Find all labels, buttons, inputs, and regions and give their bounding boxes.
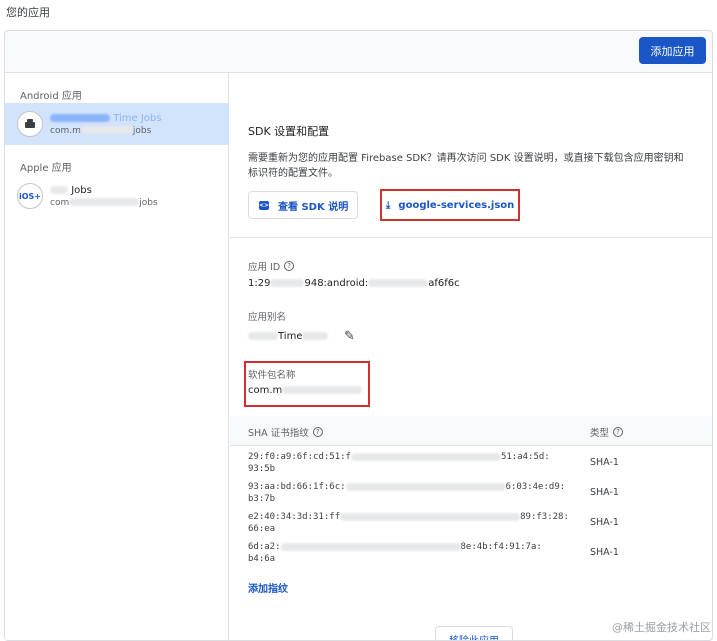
view-sdk-instructions-button[interactable]: <> 查看 SDK 说明: [248, 191, 358, 219]
sha-fingerprint: e2:40:34:3d:31:ff 89:f3:28: 66:ea: [248, 512, 569, 534]
sha-type: SHA-1: [590, 487, 619, 498]
android-section-label: Android 应用: [20, 91, 82, 102]
sdk-description: 需要重新为您的应用配置 Firebase SDK？请再次访问 SDK 设置说明，…: [248, 153, 684, 179]
sha-type: SHA-1: [590, 547, 619, 558]
help-icon[interactable]: ?: [284, 261, 295, 271]
table-row: e2:40:34:3d:31:ff 89:f3:28: 66:ea SHA-1: [230, 508, 712, 538]
type-column-header: 类型 ?: [590, 425, 624, 439]
package-name-value: com.m: [248, 385, 363, 396]
code-icon: <>: [259, 200, 270, 210]
download-icon: ⤓: [386, 199, 391, 211]
sha-type: SHA-1: [590, 517, 619, 528]
apps-card: 添加应用 Android 应用 Time Jobs com.m jobs Appl…: [4, 30, 713, 641]
sidebar-item-android-app[interactable]: Time Jobs com.m jobs: [5, 103, 229, 145]
sha-fingerprint: 29:f0:a9:6f:cd:51:f 51:a4:5d: 93:5b: [248, 452, 550, 474]
page-title: 您的应用: [6, 6, 50, 19]
remove-app-button[interactable]: 移除此应用: [435, 626, 513, 640]
table-row: 6d:a2: 8e:4b:f4:91:7a: b4:6a SHA-1: [230, 538, 712, 568]
help-icon[interactable]: ?: [312, 427, 323, 437]
sha-type: SHA-1: [590, 457, 619, 468]
table-row: 93:aa:bd:66:1f:6c: 6:03:4e:d9: b3:7b SHA-1: [230, 478, 712, 508]
sha-fingerprint: 93:aa:bd:66:1f:6c: 6:03:4e:d9: b3:7b: [248, 482, 566, 504]
table-row: 29:f0:a9:6f:cd:51:f 51:a4:5d: 93:5b SHA-1: [230, 448, 712, 478]
divider: [230, 237, 712, 238]
app-nickname-value: Time: [248, 331, 329, 342]
sdk-section-title: SDK 设置和配置: [248, 125, 330, 138]
app-id-value: 1:29 948:android: af6f6c: [248, 278, 460, 289]
app-name: Jobs: [50, 184, 158, 197]
sidebar-item-apple-app[interactable]: iOS+ Jobs com jobs: [5, 175, 229, 217]
app-package: com jobs: [50, 197, 158, 208]
card-header: 添加应用: [5, 31, 712, 73]
edit-icon[interactable]: ✎: [344, 329, 355, 344]
apple-section-label: Apple 应用: [20, 163, 72, 174]
app-id-label: 应用 ID ?: [248, 259, 295, 273]
add-fingerprint-link[interactable]: 添加指纹: [248, 580, 288, 595]
android-icon: [17, 111, 43, 137]
download-config-link[interactable]: ⤓ google-services.json: [380, 189, 520, 221]
app-details: SDK 设置和配置 需要重新为您的应用配置 Firebase SDK？请再次访问…: [230, 73, 712, 640]
app-name: Time Jobs: [50, 112, 161, 125]
ios-icon: iOS+: [17, 183, 43, 209]
add-app-button[interactable]: 添加应用: [639, 37, 706, 64]
app-nickname-label: 应用别名: [248, 312, 287, 323]
sha-column-header: SHA 证书指纹 ?: [248, 425, 323, 439]
app-sidebar: Android 应用 Time Jobs com.m jobs Apple 应用 …: [5, 73, 229, 640]
watermark: @稀土掘金技术社区: [612, 621, 711, 634]
sha-table-header: SHA 证书指纹 ? 类型 ?: [230, 416, 712, 446]
sha-fingerprint: 6d:a2: 8e:4b:f4:91:7a: b4:6a: [248, 542, 542, 564]
package-name-label: 软件包名称: [248, 370, 296, 381]
app-package: com.m jobs: [50, 125, 152, 136]
help-icon[interactable]: ?: [613, 427, 624, 437]
